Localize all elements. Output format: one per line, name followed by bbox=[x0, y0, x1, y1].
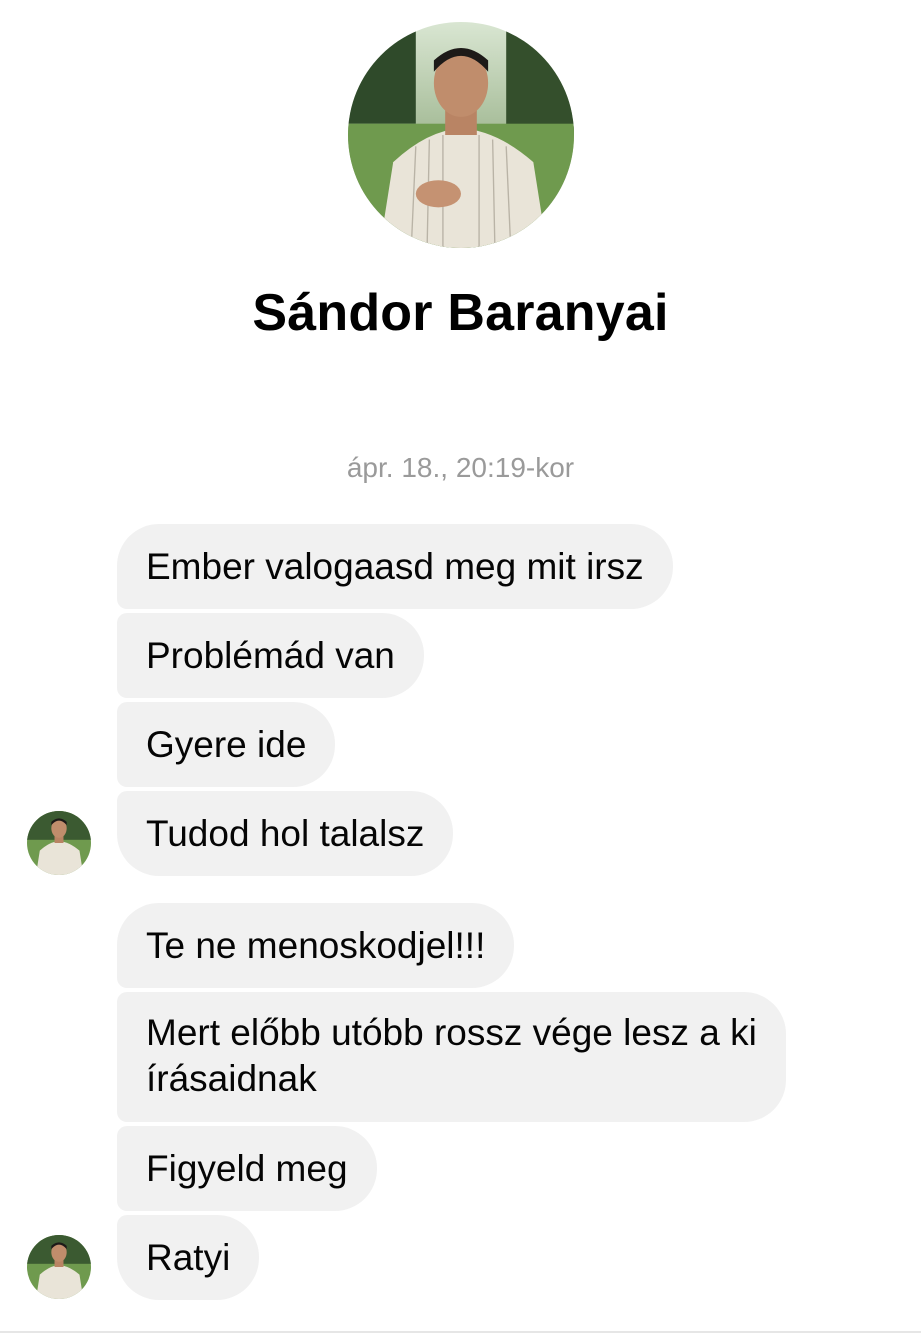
avatar-image bbox=[27, 811, 91, 875]
message-text: Te ne menoskodjel!!! bbox=[146, 925, 486, 966]
message-bubble[interactable]: Ratyi bbox=[117, 1215, 260, 1300]
message-bubble[interactable]: Figyeld meg bbox=[117, 1126, 377, 1211]
sender-avatar[interactable] bbox=[27, 1235, 91, 1299]
avatar-image bbox=[27, 1235, 91, 1299]
message-text: Mert előbb utóbb rossz vége lesz a ki ír… bbox=[146, 1012, 757, 1099]
message-bubble[interactable]: Problémád van bbox=[117, 613, 424, 698]
sender-avatar[interactable] bbox=[27, 811, 91, 875]
message-bubble[interactable]: Gyere ide bbox=[117, 702, 336, 787]
chat-screen: Sándor Baranyai ápr. 18., 20:19-kor Embe… bbox=[0, 0, 921, 1343]
message-bubble[interactable]: Tudod hol talalsz bbox=[117, 791, 454, 876]
profile-photo-image bbox=[348, 22, 574, 248]
message-bubble[interactable]: Mert előbb utóbb rossz vége lesz a ki ír… bbox=[117, 992, 786, 1122]
message-bubble[interactable]: Ember valogaasd meg mit irsz bbox=[117, 524, 673, 609]
message-text: Gyere ide bbox=[146, 724, 307, 765]
message-text: Ratyi bbox=[146, 1237, 231, 1278]
contact-name: Sándor Baranyai bbox=[252, 284, 669, 342]
message-text: Figyeld meg bbox=[146, 1148, 348, 1189]
bottom-divider bbox=[0, 1331, 921, 1333]
message-bubble[interactable]: Te ne menoskodjel!!! bbox=[117, 903, 515, 988]
profile-photo[interactable] bbox=[348, 22, 574, 248]
message-text: Problémád van bbox=[146, 635, 395, 676]
message-timestamp: ápr. 18., 20:19-kor bbox=[346, 452, 575, 483]
message-text: Ember valogaasd meg mit irsz bbox=[146, 546, 644, 587]
message-text: Tudod hol talalsz bbox=[146, 813, 425, 854]
